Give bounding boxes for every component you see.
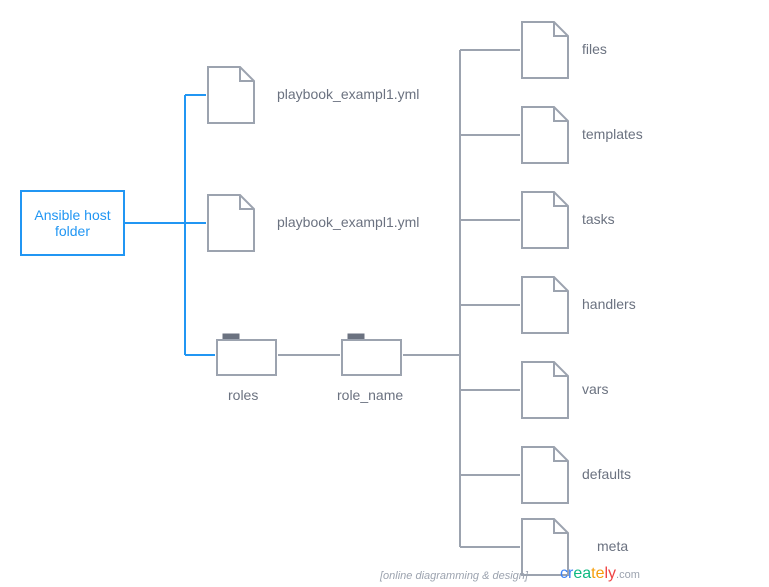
role-handlers-label: handlers — [582, 296, 636, 312]
file-icon — [206, 65, 256, 125]
file-icon — [520, 105, 570, 165]
root-folder-label: Ansible host folder — [26, 207, 119, 239]
brand-logo: creately.com — [560, 565, 640, 583]
file-icon — [520, 20, 570, 80]
folder-icon — [340, 332, 403, 377]
file-icon — [520, 445, 570, 505]
role-name-label: role_name — [337, 387, 403, 403]
folder-icon — [215, 332, 278, 377]
role-files-label: files — [582, 41, 607, 57]
brand-suffix: .com — [616, 569, 640, 581]
file-icon — [206, 193, 256, 253]
role-templates-label: templates — [582, 126, 643, 142]
root-folder: Ansible host folder — [20, 190, 125, 256]
file-icon — [520, 360, 570, 420]
roles-label: roles — [228, 387, 258, 403]
file-icon — [520, 275, 570, 335]
playbook1-label: playbook_exampl1.yml — [277, 86, 419, 102]
playbook2-label: playbook_exampl1.yml — [277, 214, 419, 230]
role-vars-label: vars — [582, 381, 608, 397]
role-defaults-label: defaults — [582, 466, 631, 482]
role-tasks-label: tasks — [582, 211, 615, 227]
role-meta-label: meta — [597, 538, 628, 554]
file-icon — [520, 190, 570, 250]
footer-text: [online diagramming & design] — [380, 570, 528, 582]
diagram-canvas: Ansible host folder playbook_exampl1.yml… — [0, 0, 769, 587]
